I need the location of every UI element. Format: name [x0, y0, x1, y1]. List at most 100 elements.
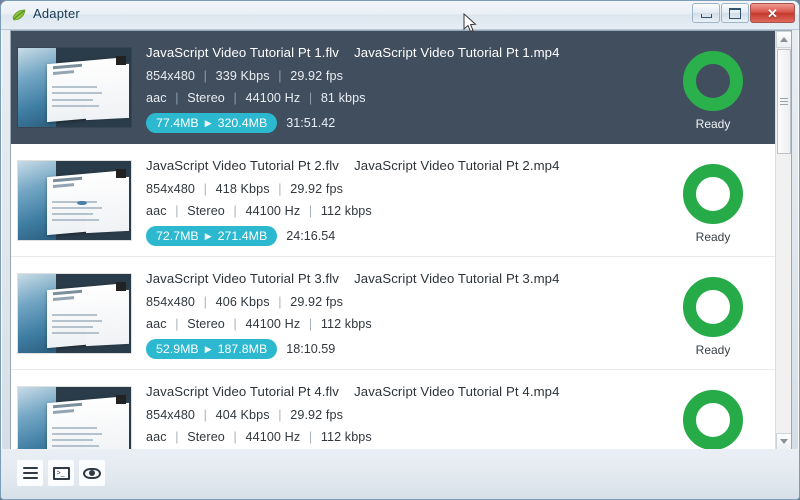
conversion-list: JavaScript Video Tutorial Pt 1.flv JavaS…	[11, 31, 775, 450]
video-bitrate: 339 Kbps	[215, 69, 270, 83]
adapter-leaf-icon	[12, 9, 26, 21]
separator: |	[278, 295, 282, 309]
eye-preview-icon	[83, 467, 101, 479]
arrow-right-icon: ▶	[204, 117, 212, 128]
source-filename: JavaScript Video Tutorial Pt 2.flv	[146, 158, 340, 173]
target-filename: JavaScript Video Tutorial Pt 2.mp4	[354, 158, 560, 173]
input-size: 72.7MB	[156, 229, 199, 243]
separator: |	[175, 91, 179, 105]
video-info-line: 854x480 | 339 Kbps | 29.92 fps	[146, 69, 655, 83]
separator: |	[278, 69, 282, 83]
adapter-window: Adapter ✕ JavaScript Video Tutorial Pt 1…	[0, 0, 800, 500]
size-line: 77.4MB ▶ 320.4MB 31:51.42	[146, 113, 655, 133]
source-filename: JavaScript Video Tutorial Pt 3.flv	[146, 271, 340, 286]
video-thumbnail	[18, 161, 131, 240]
hamburger-menu-icon	[22, 464, 38, 482]
separator: |	[203, 408, 208, 422]
size-pill: 72.7MB ▶ 271.4MB	[146, 226, 278, 246]
separator: |	[308, 317, 313, 331]
input-size: 77.4MB	[156, 116, 199, 130]
sample-rate: 44100 Hz	[245, 430, 301, 444]
scrollbar-thumb[interactable]	[777, 49, 791, 154]
status-badge: Ready	[695, 117, 731, 131]
separator: |	[175, 317, 179, 331]
window-title: Adapter	[33, 6, 80, 21]
menu-button[interactable]	[17, 460, 43, 486]
framerate: 29.92 fps	[290, 408, 343, 422]
separator: |	[308, 91, 313, 105]
separator: |	[233, 91, 237, 105]
table-row[interactable]: JavaScript Video Tutorial Pt 3.flv JavaS…	[11, 257, 775, 370]
audio-codec: aac	[146, 317, 167, 331]
grip-icon	[780, 96, 788, 107]
separator: |	[278, 182, 282, 196]
input-size: 52.9MB	[156, 342, 199, 356]
maximize-button[interactable]	[721, 3, 749, 23]
audio-codec: aac	[146, 430, 167, 444]
arrow-right-icon: ▶	[204, 343, 212, 354]
minimize-icon	[700, 13, 712, 18]
audio-channels: Stereo	[187, 91, 225, 105]
sample-rate: 44100 Hz	[245, 204, 301, 218]
arrow-right-icon: ▶	[204, 230, 212, 241]
row-metadata: JavaScript Video Tutorial Pt 1.flv JavaS…	[146, 45, 655, 133]
close-button[interactable]: ✕	[750, 3, 795, 23]
row-filenames: JavaScript Video Tutorial Pt 1.flv JavaS…	[146, 45, 655, 60]
separator: |	[203, 182, 208, 196]
preview-button[interactable]	[79, 460, 105, 486]
video-thumbnail	[18, 48, 131, 127]
progress-ring-icon	[683, 51, 743, 111]
row-metadata: JavaScript Video Tutorial Pt 2.flv JavaS…	[146, 158, 655, 246]
scroll-up-button[interactable]	[776, 31, 791, 48]
progress-ring-icon	[683, 277, 743, 337]
bottom-toolbar: >_ Video > Mobile Phone (*.mp4) Convert	[1, 449, 799, 499]
row-filenames: JavaScript Video Tutorial Pt 3.flv JavaS…	[146, 271, 655, 286]
row-metadata: JavaScript Video Tutorial Pt 4.flv JavaS…	[146, 384, 655, 450]
duration: 31:51.42	[286, 116, 336, 130]
output-size: 187.8MB	[217, 342, 268, 356]
video-thumbnail	[18, 387, 131, 450]
source-filename: JavaScript Video Tutorial Pt 4.flv	[146, 384, 340, 399]
audio-channels: Stereo	[187, 204, 225, 218]
resolution: 854x480	[146, 69, 196, 83]
status-indicator: Ready	[665, 51, 761, 131]
video-info-line: 854x480 | 406 Kbps | 29.92 fps	[146, 295, 655, 309]
resolution: 854x480	[146, 408, 196, 422]
audio-bitrate: 112 kbps	[320, 430, 372, 444]
audio-info-line: aac | Stereo | 44100 Hz | 81 kbps	[146, 91, 655, 105]
size-line: 52.9MB ▶ 187.8MB 18:10.59	[146, 339, 655, 359]
separator: |	[308, 430, 313, 444]
minimize-button[interactable]	[692, 3, 720, 23]
target-filename: JavaScript Video Tutorial Pt 3.mp4	[354, 271, 560, 286]
table-row[interactable]: JavaScript Video Tutorial Pt 2.flv JavaS…	[11, 144, 775, 257]
status-indicator: Ready	[665, 164, 761, 244]
separator: |	[308, 204, 313, 218]
sample-rate: 44100 Hz	[245, 317, 301, 331]
target-filename: JavaScript Video Tutorial Pt 1.mp4	[354, 45, 560, 60]
separator: |	[175, 204, 179, 218]
separator: |	[233, 317, 237, 331]
conversion-list-panel: JavaScript Video Tutorial Pt 1.flv JavaS…	[10, 30, 792, 451]
status-badge: Ready	[695, 230, 731, 244]
video-info-line: 854x480 | 418 Kbps | 29.92 fps	[146, 182, 655, 196]
audio-codec: aac	[146, 91, 167, 105]
audio-bitrate: 112 kbps	[320, 317, 372, 331]
resolution: 854x480	[146, 295, 196, 309]
console-button[interactable]: >_	[48, 460, 74, 486]
sample-rate: 44100 Hz	[245, 91, 301, 105]
separator: |	[278, 408, 282, 422]
scroll-down-button[interactable]	[776, 433, 791, 450]
audio-bitrate: 112 kbps	[320, 204, 372, 218]
table-row[interactable]: JavaScript Video Tutorial Pt 4.flv JavaS…	[11, 370, 775, 450]
vertical-scrollbar[interactable]	[775, 31, 791, 450]
target-filename: JavaScript Video Tutorial Pt 4.mp4	[354, 384, 560, 399]
status-indicator: Ready	[665, 277, 761, 357]
audio-codec: aac	[146, 204, 167, 218]
separator: |	[203, 295, 208, 309]
row-filenames: JavaScript Video Tutorial Pt 2.flv JavaS…	[146, 158, 655, 173]
audio-info-line: aac | Stereo | 44100 Hz | 112 kbps	[146, 430, 655, 444]
progress-ring-icon	[683, 390, 743, 450]
table-row[interactable]: JavaScript Video Tutorial Pt 1.flv JavaS…	[11, 31, 775, 144]
video-thumbnail	[18, 274, 131, 353]
framerate: 29.92 fps	[290, 69, 343, 83]
